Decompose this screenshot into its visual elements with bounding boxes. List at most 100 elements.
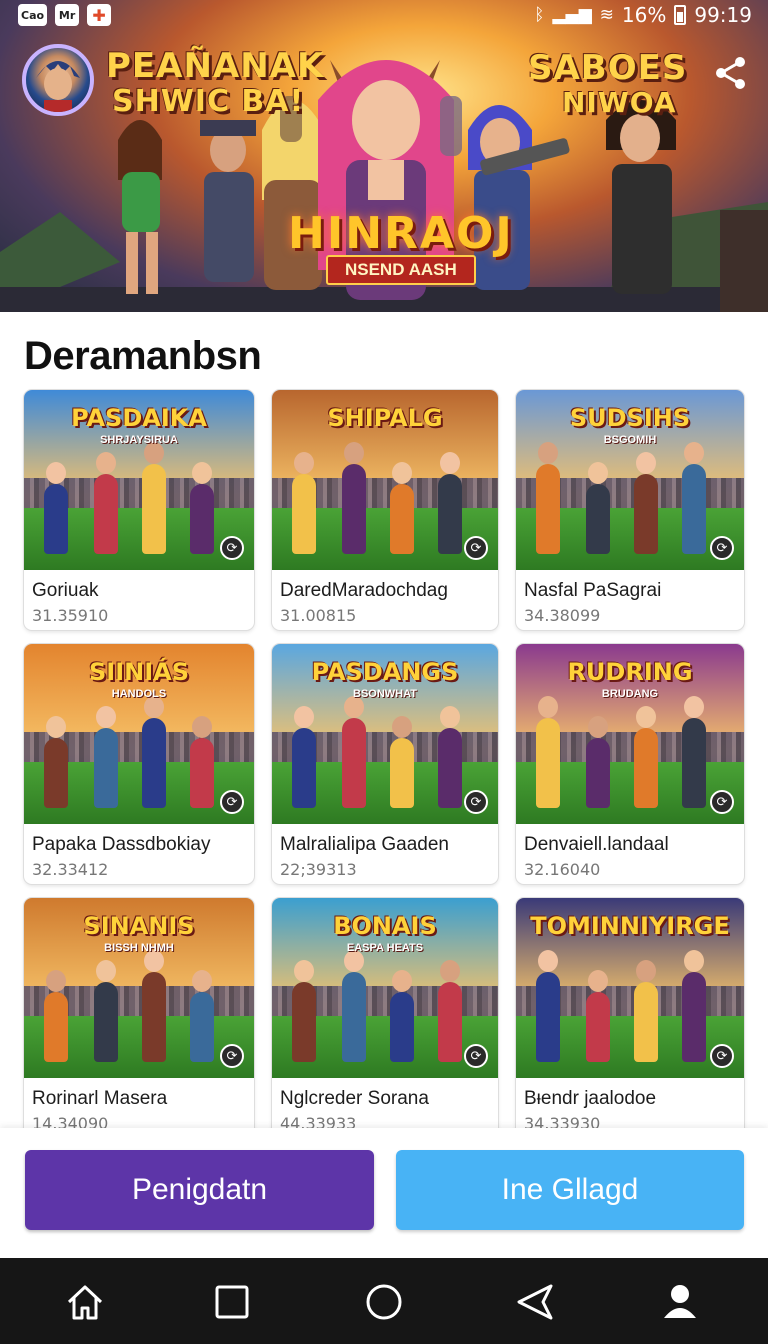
character-figure	[342, 972, 366, 1062]
signal-icon: ▂▄▆	[552, 5, 592, 25]
game-card[interactable]: SIINIÁS HANDOLS ⟳ Papaka Dassdbokiay 32.3341…	[24, 644, 254, 884]
character-head	[192, 970, 212, 992]
character-figure	[142, 718, 166, 808]
notification-icons: Cao Mr ✚	[18, 4, 112, 26]
clock: 99:19	[694, 3, 752, 27]
character-head	[46, 462, 66, 484]
hero-banner[interactable]: PEAÑANAK SHWIC BA! SABOES NIWOA HINRAOJ …	[0, 0, 768, 312]
game-card[interactable]: PASDAIKA SHRJAYSIRUA ⟳ Goriuak 31.35910	[24, 390, 254, 630]
hero-title-left-line1: PEAÑANAK	[106, 46, 325, 86]
character-head	[636, 452, 656, 474]
hero-title-right-line1: SABOES	[528, 48, 688, 88]
notification-icon: Cao	[18, 4, 48, 26]
game-badge-icon: ⟳	[220, 536, 244, 560]
character-figure	[342, 464, 366, 554]
notification-icon: ✚	[87, 4, 112, 26]
game-number: 31.35910	[32, 606, 109, 625]
secondary-action-button[interactable]: Ine Gllagd	[396, 1150, 744, 1230]
primary-action-button[interactable]: Penigdatn	[25, 1150, 374, 1230]
game-number: 34.38099	[524, 606, 601, 625]
game-card[interactable]: RUDRING BRUDANG ⟳ Denvaiell.landaal 32.16040	[516, 644, 744, 884]
hero-title-left-line2: SHWIC BA!	[112, 84, 305, 119]
character-figure	[390, 738, 414, 808]
game-card[interactable]: TOMINNIYIRGE ⟳ Bᵻendr jaalodoe 34.33930	[516, 898, 744, 1138]
character-head	[96, 452, 116, 474]
character-head	[636, 706, 656, 728]
action-bar: Penigdatn Ine Gllagd	[0, 1128, 768, 1258]
game-thumbnail: SIINIÁS HANDOLS ⟳	[24, 644, 254, 824]
character-figure	[190, 484, 214, 554]
character-figure	[190, 738, 214, 808]
character-figure	[44, 738, 68, 808]
character-head	[46, 970, 66, 992]
square-icon[interactable]	[210, 1280, 254, 1324]
game-badge-icon: ⟳	[220, 790, 244, 814]
game-thumbnail: SUDSIHS BSGOMIH ⟳	[516, 390, 744, 570]
character-figure	[142, 972, 166, 1062]
game-art-subtitle: SHRJAYSIRUA	[100, 434, 178, 446]
character-head	[192, 462, 212, 484]
character-figure	[292, 982, 316, 1062]
character-head	[344, 442, 364, 464]
game-number: 32.33412	[32, 860, 109, 879]
game-art-title: RUDRING	[567, 658, 693, 686]
system-nav-bar	[0, 1258, 768, 1344]
character-head	[588, 462, 608, 484]
game-name: Goriuak	[32, 580, 99, 601]
game-art-subtitle: BSONWHAT	[353, 688, 417, 700]
character-figure	[292, 474, 316, 554]
wifi-icon: ≋	[599, 5, 614, 25]
character-figure	[190, 992, 214, 1062]
game-card[interactable]: SHIPALG ⟳ DaredMaradochdag 31.00815	[272, 390, 498, 630]
game-name: Rorinarl Masera	[32, 1088, 168, 1109]
game-card[interactable]: SINANIS BISSH NHMH ⟳ Rorinarl Masera 14.3409…	[24, 898, 254, 1138]
character-figure	[390, 992, 414, 1062]
back-icon[interactable]	[513, 1280, 557, 1324]
share-icon[interactable]	[712, 54, 750, 92]
game-badge-icon: ⟳	[464, 1044, 488, 1068]
home-icon[interactable]	[63, 1280, 107, 1324]
game-number: 32.16040	[524, 860, 601, 879]
game-card[interactable]: PASDANGS BSONWHAT ⟳ Malralialipa Gaaden 22;3…	[272, 644, 498, 884]
character-figure	[438, 728, 462, 808]
character-figure	[634, 728, 658, 808]
profile-icon[interactable]	[658, 1280, 702, 1324]
game-art-subtitle: BRUDANG	[601, 688, 659, 700]
character-figure	[94, 728, 118, 808]
game-name: Papaka Dassdbokiay	[32, 834, 211, 855]
game-badge-icon: ⟳	[710, 536, 734, 560]
user-avatar[interactable]	[22, 44, 94, 116]
character-figure	[586, 992, 610, 1062]
hero-game-logo: HINRAOJ NSEND AASH	[288, 208, 514, 285]
game-number: 31.00815	[280, 606, 357, 625]
character-head	[46, 716, 66, 738]
character-figure	[536, 464, 560, 554]
character-figure	[94, 982, 118, 1062]
game-name: Denvaiell.landaal	[524, 834, 669, 855]
character-head	[392, 716, 412, 738]
character-figure	[536, 718, 560, 808]
battery-icon	[674, 5, 687, 25]
game-thumbnail: TOMINNIYIRGE ⟳	[516, 898, 744, 1078]
circle-icon[interactable]	[362, 1280, 406, 1324]
game-card[interactable]: BONAIS EASPA HEATS ⟳ Nglcreder Sorana 44.339…	[272, 898, 498, 1138]
game-art-title: PASDANGS	[311, 658, 459, 686]
character-figure	[634, 474, 658, 554]
game-name: DaredMaradochdag	[280, 580, 448, 601]
character-head	[392, 462, 412, 484]
character-head	[588, 716, 608, 738]
battery-percentage: 16%	[621, 3, 667, 27]
game-thumbnail: SINANIS BISSH NHMH ⟳	[24, 898, 254, 1078]
character-head	[294, 706, 314, 728]
game-card[interactable]: SUDSIHS BSGOMIH ⟳ Nasfal PaSagrai 34.38099	[516, 390, 744, 630]
notification-icon: Mr	[55, 4, 80, 26]
character-head	[684, 950, 704, 972]
character-figure	[438, 474, 462, 554]
game-art-title: SIINIÁS	[88, 658, 190, 686]
system-status: ᛒ ▂▄▆ ≋ 16% 99:19	[534, 3, 752, 27]
game-art-title: PASDAIKA	[71, 404, 207, 432]
character-head	[96, 960, 116, 982]
game-art-subtitle: BISSH NHMH	[104, 942, 174, 954]
character-head	[294, 960, 314, 982]
game-number: 22;39313	[280, 860, 357, 879]
